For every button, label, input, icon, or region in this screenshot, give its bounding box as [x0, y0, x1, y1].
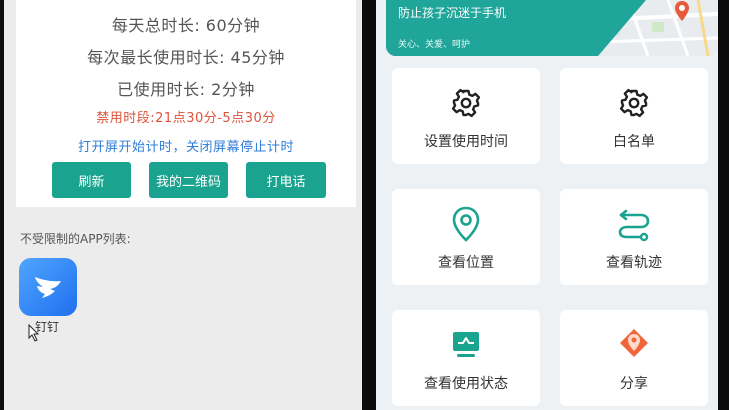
dingtalk-icon	[19, 258, 77, 316]
view-usage-status-button[interactable]: 查看使用状态	[392, 310, 540, 406]
unlimited-apps-label: 不受限制的APP列表:	[20, 232, 131, 246]
view-location-button[interactable]: 查看位置	[392, 189, 540, 285]
forbidden-period-text: 禁用时段:21点30分-5点30分	[96, 111, 276, 126]
phone-bezel	[362, 0, 376, 410]
card-label: 白名单	[613, 134, 655, 150]
left-phone-screen: 每天总时长: 60分钟 每次最长使用时长: 45分钟 已使用时长: 2分钟 禁用…	[4, 0, 362, 410]
refresh-button[interactable]: 刷新	[52, 162, 131, 198]
usage-info-card: 每天总时长: 60分钟 每次最长使用时长: 45分钟 已使用时长: 2分钟 禁用…	[16, 0, 356, 207]
used-time-text: 已使用时长: 2分钟	[117, 80, 255, 99]
card-label: 查看位置	[438, 255, 494, 271]
share-button[interactable]: 分享	[560, 310, 708, 406]
card-label: 设置使用时间	[424, 134, 508, 150]
max-single-use-text: 每次最长使用时长: 45分钟	[87, 48, 285, 67]
route-icon	[618, 209, 650, 242]
phone-bezel	[718, 0, 729, 410]
whitelist-button[interactable]: 白名单	[560, 68, 708, 164]
set-usage-time-button[interactable]: 设置使用时间	[392, 68, 540, 164]
monitor-icon	[453, 332, 479, 357]
map-pin-icon	[675, 1, 689, 21]
banner-title: 防止孩子沉迷于手机	[398, 6, 507, 20]
location-pin-icon	[452, 206, 480, 242]
top-banner: 防止孩子沉迷于手机 关心、关爱、呵护	[386, 0, 718, 56]
gear-icon	[619, 88, 649, 118]
view-route-button[interactable]: 查看轨迹	[560, 189, 708, 285]
action-button-row: 刷新 我的二维码 打电话	[16, 162, 356, 198]
share-icon	[620, 329, 648, 357]
mouse-cursor-icon	[28, 324, 40, 342]
timing-note-text: 打开屏开始计时，关闭屏幕停止计时	[77, 140, 294, 155]
call-button[interactable]: 打电话	[246, 162, 326, 198]
card-label: 查看轨迹	[606, 255, 662, 271]
card-label: 查看使用状态	[424, 376, 508, 392]
card-label: 分享	[620, 376, 648, 392]
banner-subtitle: 关心、关爱、呵护	[398, 40, 471, 50]
gear-icon	[451, 88, 481, 118]
daily-total-text: 每天总时长: 60分钟	[111, 16, 261, 35]
my-qrcode-button[interactable]: 我的二维码	[149, 162, 228, 198]
right-phone-screen: 防止孩子沉迷于手机 关心、关爱、呵护 设置使用时间 白名单 查看位置 查看轨迹 …	[376, 0, 718, 410]
